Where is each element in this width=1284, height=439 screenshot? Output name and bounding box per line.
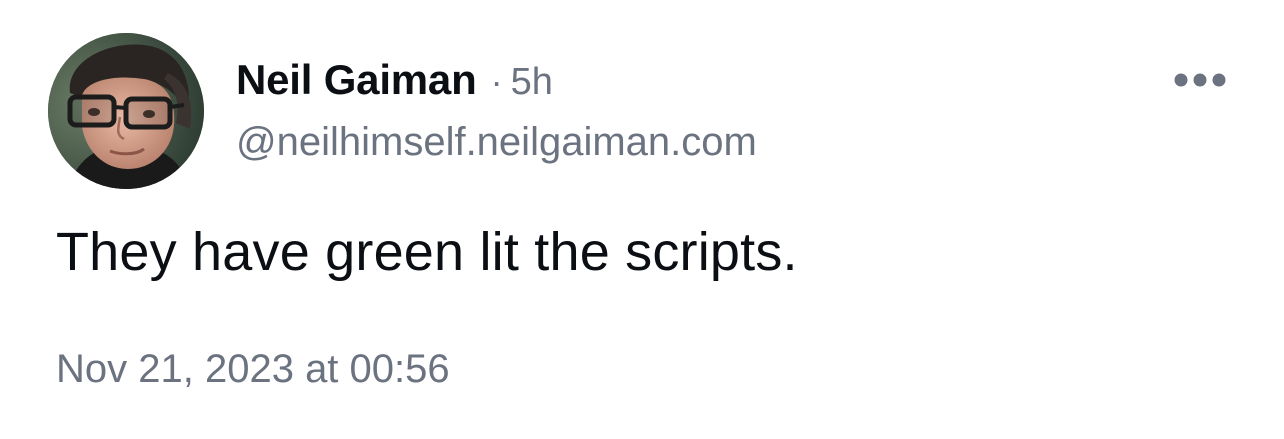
author-handle[interactable]: @neilhimself.neilgaiman.com	[236, 120, 757, 165]
relative-time[interactable]: 5h	[511, 61, 553, 104]
avatar[interactable]	[48, 33, 204, 189]
author-display-name[interactable]: Neil Gaiman	[236, 56, 477, 104]
more-options-button[interactable]	[1168, 62, 1232, 98]
meta-separator: ·	[490, 61, 503, 102]
post-card: Neil Gaiman · 5h @neilhimself.neilgaiman…	[0, 0, 1284, 439]
author-row: Neil Gaiman · 5h	[236, 56, 553, 108]
ellipsis-icon	[1174, 73, 1226, 87]
avatar-photo	[48, 33, 204, 189]
post-timestamp: Nov 21, 2023 at 00:56	[56, 347, 450, 391]
post-body-text: They have green lit the scripts.	[56, 222, 798, 282]
